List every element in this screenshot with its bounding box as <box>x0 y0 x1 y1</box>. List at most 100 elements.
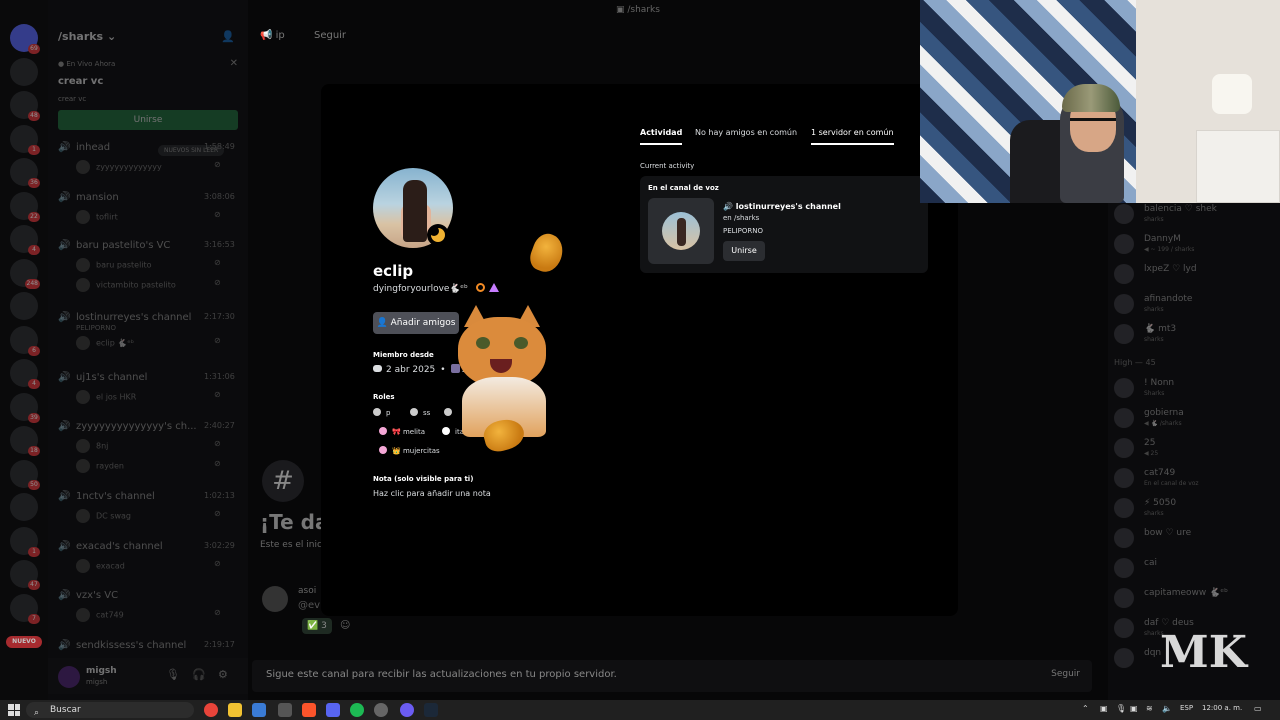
avatar <box>1114 294 1134 314</box>
avatar <box>1114 438 1134 458</box>
server-icon[interactable]: 22 <box>10 191 40 222</box>
microphone-icon[interactable]: 🎙 <box>1116 704 1126 713</box>
voice-member[interactable]: 8nj <box>76 439 108 453</box>
steam-icon[interactable] <box>424 703 438 717</box>
follow-button[interactable]: Seguir <box>314 30 346 41</box>
member-item[interactable]: 25 ◀ 25 <box>1114 436 1280 460</box>
microphone-icon[interactable]: 🎙 <box>166 668 180 681</box>
folder-icon[interactable] <box>228 703 242 717</box>
member-item[interactable]: balencia ♡ shek sharks <box>1114 202 1280 226</box>
avatar[interactable] <box>58 666 80 688</box>
spotify-icon[interactable] <box>350 703 364 717</box>
member-item[interactable]: afinandote sharks <box>1114 292 1280 316</box>
member-item[interactable]: ! Nonn Sharks <box>1114 376 1280 400</box>
member-item[interactable]: lxpeZ ♡ lyd <box>1114 262 1280 286</box>
server-icon[interactable]: 48 <box>10 91 40 121</box>
role-chip[interactable]: 👑 mujercitas <box>379 446 440 455</box>
avatar <box>1114 468 1134 488</box>
member-item[interactable]: ⚡ 5050 sharks <box>1114 496 1280 520</box>
tab-mutual-friends[interactable]: No hay amigos en común <box>695 128 797 143</box>
close-icon[interactable]: ✕ <box>230 58 238 69</box>
app-icon[interactable] <box>278 703 292 717</box>
reaction-chip[interactable]: ✅ 3 <box>302 618 332 634</box>
member-item[interactable]: cat749 En el canal de voz <box>1114 466 1280 490</box>
chevron-up-icon[interactable]: ⌃ <box>1082 704 1089 713</box>
member-item[interactable]: capitameoww 🐇ᵉᵇ <box>1114 586 1280 610</box>
member-item[interactable]: DannyM ◀ ~ 199 / sharks <box>1114 232 1280 256</box>
server-icon[interactable]: 50 <box>10 459 40 490</box>
server-icon[interactable]: 4 <box>10 359 40 389</box>
join-voice-button[interactable]: Unirse <box>723 241 765 261</box>
join-live-button[interactable]: Unirse <box>58 110 238 130</box>
windows-start-icon[interactable] <box>8 704 20 716</box>
server-icon[interactable]: 1 <box>10 124 40 155</box>
language-indicator[interactable]: ESP <box>1180 704 1193 712</box>
volume-icon[interactable]: 🔈 <box>1162 704 1172 713</box>
role-chip[interactable]: ss <box>410 408 430 417</box>
server-icon[interactable]: 47 <box>10 560 40 590</box>
voice-member[interactable]: baru pastelito <box>76 258 152 272</box>
server-icon[interactable]: 6 <box>10 325 40 356</box>
new-badge[interactable]: NUEVO <box>6 636 42 648</box>
server-icon[interactable] <box>10 493 38 521</box>
taskbar-search[interactable]: ⌕ Buscar <box>26 702 194 718</box>
nitro-badge-icon[interactable] <box>475 283 485 292</box>
voice-member[interactable]: DC swag <box>76 509 131 523</box>
avatar[interactable] <box>262 586 288 612</box>
tray-icon[interactable]: ▣ <box>1100 704 1108 713</box>
headphones-icon[interactable]: 🎧 <box>192 668 206 681</box>
app-icon[interactable] <box>374 703 388 717</box>
tab-mutual-servers[interactable]: 1 servidor en común <box>811 128 894 145</box>
voice-member[interactable]: exacad <box>76 559 125 573</box>
server-icon[interactable]: 4 <box>10 225 40 255</box>
voice-member[interactable]: victambito pastelito <box>76 278 176 292</box>
muted-icon: ⊘ <box>214 459 221 468</box>
member-item[interactable]: cai <box>1114 556 1280 580</box>
member-item[interactable]: 🐇 mt3 sharks <box>1114 322 1280 346</box>
app-icon[interactable] <box>400 703 414 717</box>
server-icon[interactable]: 18 <box>10 426 40 456</box>
add-member-icon[interactable]: 👤 <box>221 30 235 43</box>
voice-member[interactable]: rayden <box>76 459 124 473</box>
tab-activity[interactable]: Actividad <box>640 128 683 145</box>
notification-icon[interactable]: ▭ <box>1254 704 1262 713</box>
taskbar: ⌕ Buscar ⌃ ▣ 🎙 ▣ ≋ 🔈 ESP 12:00 a. m. ▭ <box>0 700 1280 720</box>
follow-bar-button[interactable]: Seguir <box>1051 669 1080 679</box>
member-name: bow ♡ ure <box>1144 528 1192 538</box>
message-author[interactable]: asoi <box>298 586 316 596</box>
server-icon[interactable] <box>10 292 38 320</box>
tray-icon[interactable]: ▣ <box>1130 704 1138 713</box>
speaker-icon: 🔊 <box>58 640 71 651</box>
discord-icon[interactable] <box>326 703 340 717</box>
chrome-icon[interactable] <box>204 703 218 717</box>
voice-member[interactable]: zyyyyyyyyyyyyy <box>76 160 162 174</box>
server-icon[interactable]: 39 <box>10 392 40 423</box>
member-item[interactable]: bow ♡ ure <box>1114 526 1280 550</box>
voice-member[interactable]: toflirt <box>76 210 118 224</box>
note-input[interactable]: Haz clic para añadir una nota <box>373 489 491 498</box>
gear-icon[interactable]: ⚙ <box>218 668 228 681</box>
server-icon[interactable]: 36 <box>10 158 40 188</box>
clock[interactable]: 12:00 a. m. <box>1202 704 1242 712</box>
server-icon[interactable]: 1 <box>10 526 40 557</box>
member-name: gobierna <box>1144 408 1184 418</box>
add-reaction-icon[interactable]: ☺ <box>340 620 350 631</box>
store-icon[interactable] <box>252 703 266 717</box>
wifi-icon[interactable]: ≋ <box>1146 704 1153 713</box>
role-chip[interactable]: p <box>373 408 390 417</box>
role-chip[interactable]: 🎀 melita <box>379 427 425 436</box>
unread-badge: 7 <box>28 613 40 624</box>
server-icon[interactable]: 7 <box>10 593 40 624</box>
server-icon[interactable]: 69 <box>10 24 40 54</box>
server-icon[interactable] <box>10 57 38 86</box>
brave-icon[interactable] <box>302 703 316 717</box>
server-header[interactable]: /sharks ⌄ 👤 <box>58 30 243 48</box>
muted-icon: ⊘ <box>214 210 221 219</box>
add-friend-button[interactable]: 👤 Añadir amigos <box>373 312 459 334</box>
voice-member[interactable]: el jos HKR <box>76 390 136 404</box>
boost-badge-icon[interactable] <box>488 283 499 292</box>
voice-member[interactable]: cat749 <box>76 608 124 622</box>
member-item[interactable]: gobierna ◀ 🐇 /sharks <box>1114 406 1280 430</box>
server-icon[interactable]: 248 <box>10 258 40 289</box>
voice-member[interactable]: eclip 🐇ᵉᵇ <box>76 336 134 350</box>
